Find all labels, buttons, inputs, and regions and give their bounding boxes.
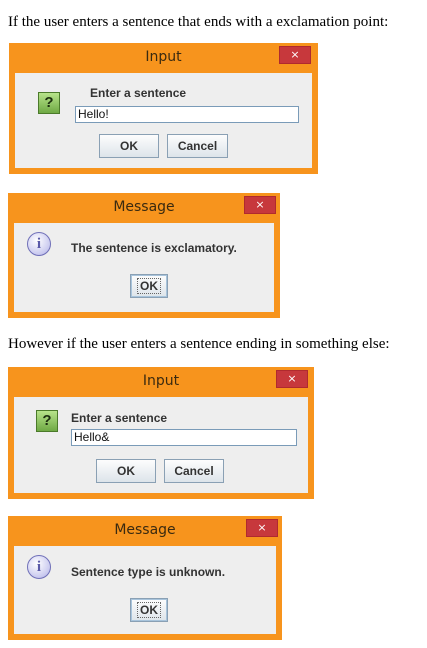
dialog-title: Message bbox=[114, 522, 176, 538]
close-button[interactable]: × bbox=[246, 519, 278, 537]
caption-other: However if the user enters a sentence en… bbox=[8, 336, 390, 352]
message-dialog-2: Message × i Sentence type is unknown. OK bbox=[8, 516, 282, 640]
prompt-label: Enter a sentence bbox=[71, 411, 168, 425]
cancel-button[interactable]: Cancel bbox=[164, 459, 224, 483]
ok-button[interactable]: OK bbox=[130, 274, 168, 298]
ok-label: OK bbox=[137, 602, 161, 618]
close-button[interactable]: × bbox=[244, 196, 276, 214]
dialog-body: i The sentence is exclamatory. OK bbox=[14, 223, 274, 312]
title-bar[interactable]: Message × bbox=[8, 516, 282, 546]
question-icon: ? bbox=[36, 410, 58, 432]
info-icon: i bbox=[27, 232, 51, 256]
input-dialog-2: Input × ? Enter a sentence Hello& OK Can… bbox=[8, 367, 314, 499]
close-button[interactable]: × bbox=[279, 46, 311, 64]
ok-button[interactable]: OK bbox=[99, 134, 159, 158]
dialog-body: ? Enter a sentence Hello& OK Cancel bbox=[14, 397, 308, 493]
info-icon: i bbox=[27, 555, 51, 579]
dialog-title: Message bbox=[113, 199, 175, 215]
question-icon: ? bbox=[38, 92, 60, 114]
ok-button[interactable]: OK bbox=[130, 598, 168, 622]
ok-button[interactable]: OK bbox=[96, 459, 156, 483]
caption-exclamation: If the user enters a sentence that ends … bbox=[8, 14, 389, 30]
sentence-input[interactable]: Hello& bbox=[71, 429, 297, 446]
title-bar[interactable]: Message × bbox=[8, 193, 280, 223]
close-button[interactable]: × bbox=[276, 370, 308, 388]
prompt-label: Enter a sentence bbox=[90, 86, 187, 100]
message-dialog-1: Message × i The sentence is exclamatory.… bbox=[8, 193, 280, 318]
dialog-title: Input bbox=[142, 373, 180, 389]
title-bar[interactable]: Input × bbox=[8, 367, 314, 397]
message-text: Sentence type is unknown. bbox=[71, 565, 226, 579]
input-dialog-1: Input × ? Enter a sentence Hello! OK Can… bbox=[9, 43, 318, 174]
cancel-button[interactable]: Cancel bbox=[167, 134, 228, 158]
dialog-body: ? Enter a sentence Hello! OK Cancel bbox=[15, 73, 312, 168]
dialog-body: i Sentence type is unknown. OK bbox=[14, 546, 276, 634]
message-text: The sentence is exclamatory. bbox=[71, 241, 237, 255]
dialog-title: Input bbox=[145, 49, 182, 65]
ok-label: OK bbox=[137, 278, 161, 294]
sentence-input[interactable]: Hello! bbox=[75, 106, 299, 123]
title-bar[interactable]: Input × bbox=[9, 43, 318, 73]
